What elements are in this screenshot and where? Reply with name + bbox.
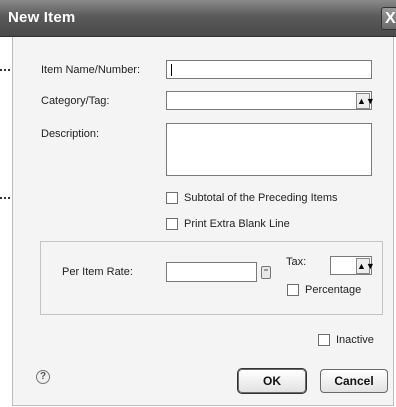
inactive-checkbox[interactable] — [318, 334, 330, 346]
description-textarea[interactable] — [166, 123, 372, 176]
category-select[interactable]: ▲▼ — [166, 91, 375, 110]
blank-line-label: Print Extra Blank Line — [184, 218, 290, 230]
help-icon[interactable]: ? — [36, 370, 50, 384]
percentage-label: Percentage — [305, 284, 362, 296]
item-name-input[interactable] — [166, 60, 372, 79]
blank-line-checkbox[interactable] — [166, 218, 178, 230]
percentage-checkbox[interactable] — [287, 284, 299, 296]
dropdown-arrow-icon[interactable]: ▲▼ — [356, 258, 375, 274]
subtotal-checkbox[interactable] — [166, 192, 178, 204]
item-name-label: Item Name/Number: — [41, 64, 141, 76]
tax-label: Tax: — [286, 256, 307, 268]
subtotal-label: Subtotal of the Preceding Items — [184, 192, 338, 204]
inactive-label: Inactive — [336, 334, 374, 346]
tax-select[interactable]: ▲▼ — [330, 256, 375, 275]
text-caret — [171, 64, 172, 76]
rate-input[interactable] — [166, 262, 257, 282]
close-icon[interactable]: X — [381, 7, 396, 30]
rate-label: Per Item Rate: — [62, 266, 133, 278]
dropdown-arrow-icon[interactable]: ▲▼ — [356, 93, 375, 109]
calculator-icon[interactable] — [261, 266, 271, 279]
description-label: Description: — [41, 128, 100, 140]
title-bar: New Item X — [0, 0, 396, 37]
cancel-button[interactable]: Cancel — [320, 369, 388, 393]
window-title: New Item — [8, 9, 76, 26]
category-label: Category/Tag: — [41, 95, 110, 107]
ok-button[interactable]: OK — [238, 369, 306, 393]
